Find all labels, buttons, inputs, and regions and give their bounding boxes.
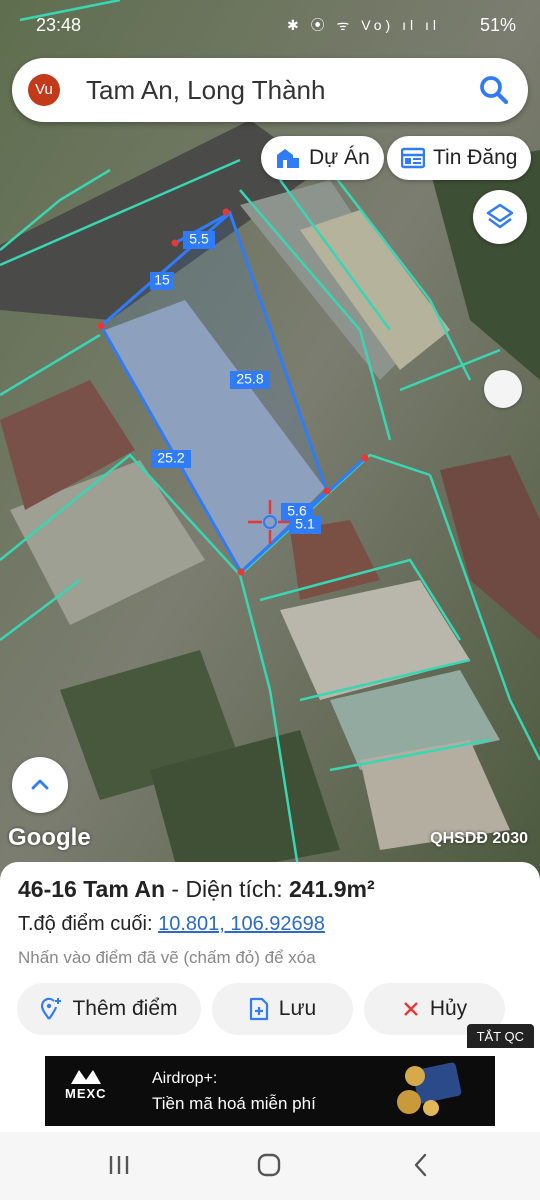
edge-length-label: 5.1: [295, 516, 315, 532]
search-icon[interactable]: [476, 72, 512, 108]
chevron-up-icon: [31, 779, 49, 790]
parcel-name: 46-16 Tam An: [18, 876, 165, 902]
area-label: - Diện tích:: [165, 876, 289, 902]
avatar[interactable]: Vu: [28, 74, 60, 106]
building-icon: [277, 149, 299, 168]
add-location-icon: [41, 997, 62, 1020]
battery-level: 51%: [479, 15, 516, 35]
google-logo: Google: [8, 824, 91, 851]
coordinate-line: T.độ điểm cuối: 10.801, 106.92698: [18, 913, 325, 936]
edge-length-label: 15: [154, 272, 170, 288]
layers-button[interactable]: [473, 190, 527, 244]
add-point-button[interactable]: Thêm điểm: [17, 983, 201, 1035]
ad-title: Airdrop+:: [152, 1070, 218, 1087]
vertex-marker[interactable]: [97, 322, 105, 330]
clock: 23:48: [36, 15, 82, 35]
vertex-marker[interactable]: [222, 208, 230, 216]
coord-label: T.độ điểm cuối:: [18, 913, 159, 935]
edge-length-label: 25.8: [236, 371, 263, 387]
search-bar[interactable]: Vu Tam An, Long Thành: [12, 58, 528, 122]
satellite-map[interactable]: 5.51525.825.25.65.1: [0, 0, 540, 880]
tin-dang-chip[interactable]: Tin Đăng: [387, 136, 532, 180]
expand-up-button[interactable]: [12, 757, 68, 813]
status-bar: 23:48 ✱ ⦿ ᯤ Vo) ıl ıl 51%: [0, 0, 540, 50]
edge-length-label: 5.5: [189, 231, 209, 247]
save-file-icon: [249, 997, 268, 1021]
vertex-marker[interactable]: [171, 239, 179, 247]
status-icons: ✱ ⦿ ᯤ Vo) ıl ıl: [287, 17, 440, 33]
ad-banner[interactable]: MEXC Airdrop+: Tiền mã hoá miễn phí: [45, 1056, 495, 1126]
search-input[interactable]: Tam An, Long Thành: [86, 75, 325, 106]
system-nav-bar: [0, 1132, 540, 1200]
hint-text: Nhấn vào điểm đã vẽ (chấm đỏ) để xóa: [18, 948, 316, 967]
list-icon: [401, 147, 425, 169]
home-icon[interactable]: [256, 1152, 282, 1178]
ad-subtitle: Tiền mã hoá miễn phí: [152, 1094, 316, 1113]
map-handle[interactable]: [484, 370, 522, 408]
save-label: Lưu: [278, 997, 317, 1020]
tin-dang-label: Tin Đăng: [433, 146, 518, 169]
ad-brand: MEXC: [65, 1086, 107, 1101]
cancel-label: Hủy: [429, 997, 468, 1020]
vertex-marker[interactable]: [237, 568, 245, 576]
overlay-badge: QHSDĐ 2030: [430, 830, 528, 847]
vertex-marker[interactable]: [361, 454, 369, 462]
area-value: 241.9m²: [288, 876, 375, 902]
vertex-marker[interactable]: [323, 487, 331, 495]
du-an-label: Dự Án: [309, 146, 370, 169]
add-point-label: Thêm điểm: [72, 997, 178, 1020]
coord-link[interactable]: 10.801, 106.92698: [158, 913, 325, 935]
edge-length-label: 25.2: [157, 450, 184, 466]
layers-icon: [486, 203, 514, 229]
ad-banner-area: MEXC Airdrop+: Tiền mã hoá miễn phí: [0, 1048, 540, 1132]
save-button[interactable]: Lưu: [212, 983, 353, 1035]
recents-icon[interactable]: [106, 1152, 132, 1178]
parcel-summary: 46-16 Tam An - Diện tích: 241.9m²: [18, 876, 375, 903]
parcel-info-panel: 46-16 Tam An - Diện tích: 241.9m² T.độ đ…: [0, 862, 540, 1050]
coins-illustration-icon: [397, 1062, 462, 1116]
close-icon: [403, 1002, 418, 1016]
mexc-logo-icon: [71, 1070, 101, 1084]
du-an-chip[interactable]: Dự Án: [261, 136, 384, 180]
back-icon[interactable]: [408, 1152, 434, 1178]
close-ad-button[interactable]: TẮT QC: [466, 1024, 534, 1050]
